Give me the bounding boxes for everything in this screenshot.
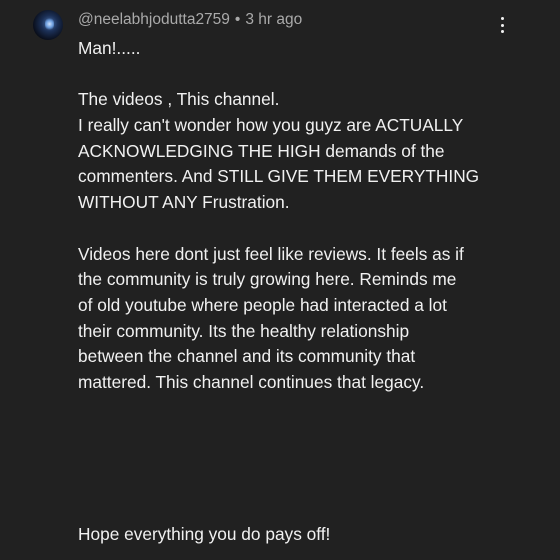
comment-header: @neelabhjodutta2759 • 3 hr ago bbox=[78, 11, 302, 29]
author-name[interactable]: @neelabhjodutta2759 bbox=[78, 11, 230, 28]
comment-line bbox=[78, 62, 548, 88]
more-vert-icon[interactable] bbox=[493, 14, 511, 36]
menu-dot bbox=[500, 17, 504, 20]
comment-line: Man!..... bbox=[78, 38, 141, 58]
comment-line: The videos , This channel. bbox=[78, 89, 280, 110]
menu-dot bbox=[500, 23, 504, 27]
comment-line: between the channel and its community th… bbox=[78, 346, 416, 367]
avatar-image bbox=[45, 18, 54, 30]
comment-timestamp[interactable]: 3 hr ago bbox=[245, 11, 302, 28]
comment-line: Videos here dont just feel like reviews.… bbox=[78, 243, 464, 264]
comment-body: Man!..... The videos , This channel. I r… bbox=[78, 36, 548, 396]
comment-line: of old youtube where people had interact… bbox=[78, 294, 447, 315]
comment-line: I really can't wonder how you guyz are A… bbox=[78, 115, 464, 136]
comment-line: commenters. And STILL GIVE THEM EVERYTHI… bbox=[78, 166, 480, 187]
comment-line: ACKNOWLEDGING THE HIGH demands of the bbox=[78, 140, 445, 161]
comment-line: the community is truly growing here. Rem… bbox=[78, 269, 457, 290]
comment-line: mattered. This channel continues that le… bbox=[78, 371, 425, 392]
comment-line: their community. Its the healthy relatio… bbox=[78, 320, 410, 341]
comment-closing-line: Hope everything you do pays off! bbox=[78, 524, 331, 544]
separator-dot: • bbox=[234, 11, 241, 28]
comment-thread-item: @neelabhjodutta2759 • 3 hr ago Man!..... T… bbox=[0, 0, 560, 560]
comment-line bbox=[78, 216, 548, 242]
comment-line: WITHOUT ANY Frustration. bbox=[78, 192, 290, 213]
author-avatar[interactable] bbox=[33, 10, 63, 40]
menu-dot bbox=[500, 30, 504, 33]
